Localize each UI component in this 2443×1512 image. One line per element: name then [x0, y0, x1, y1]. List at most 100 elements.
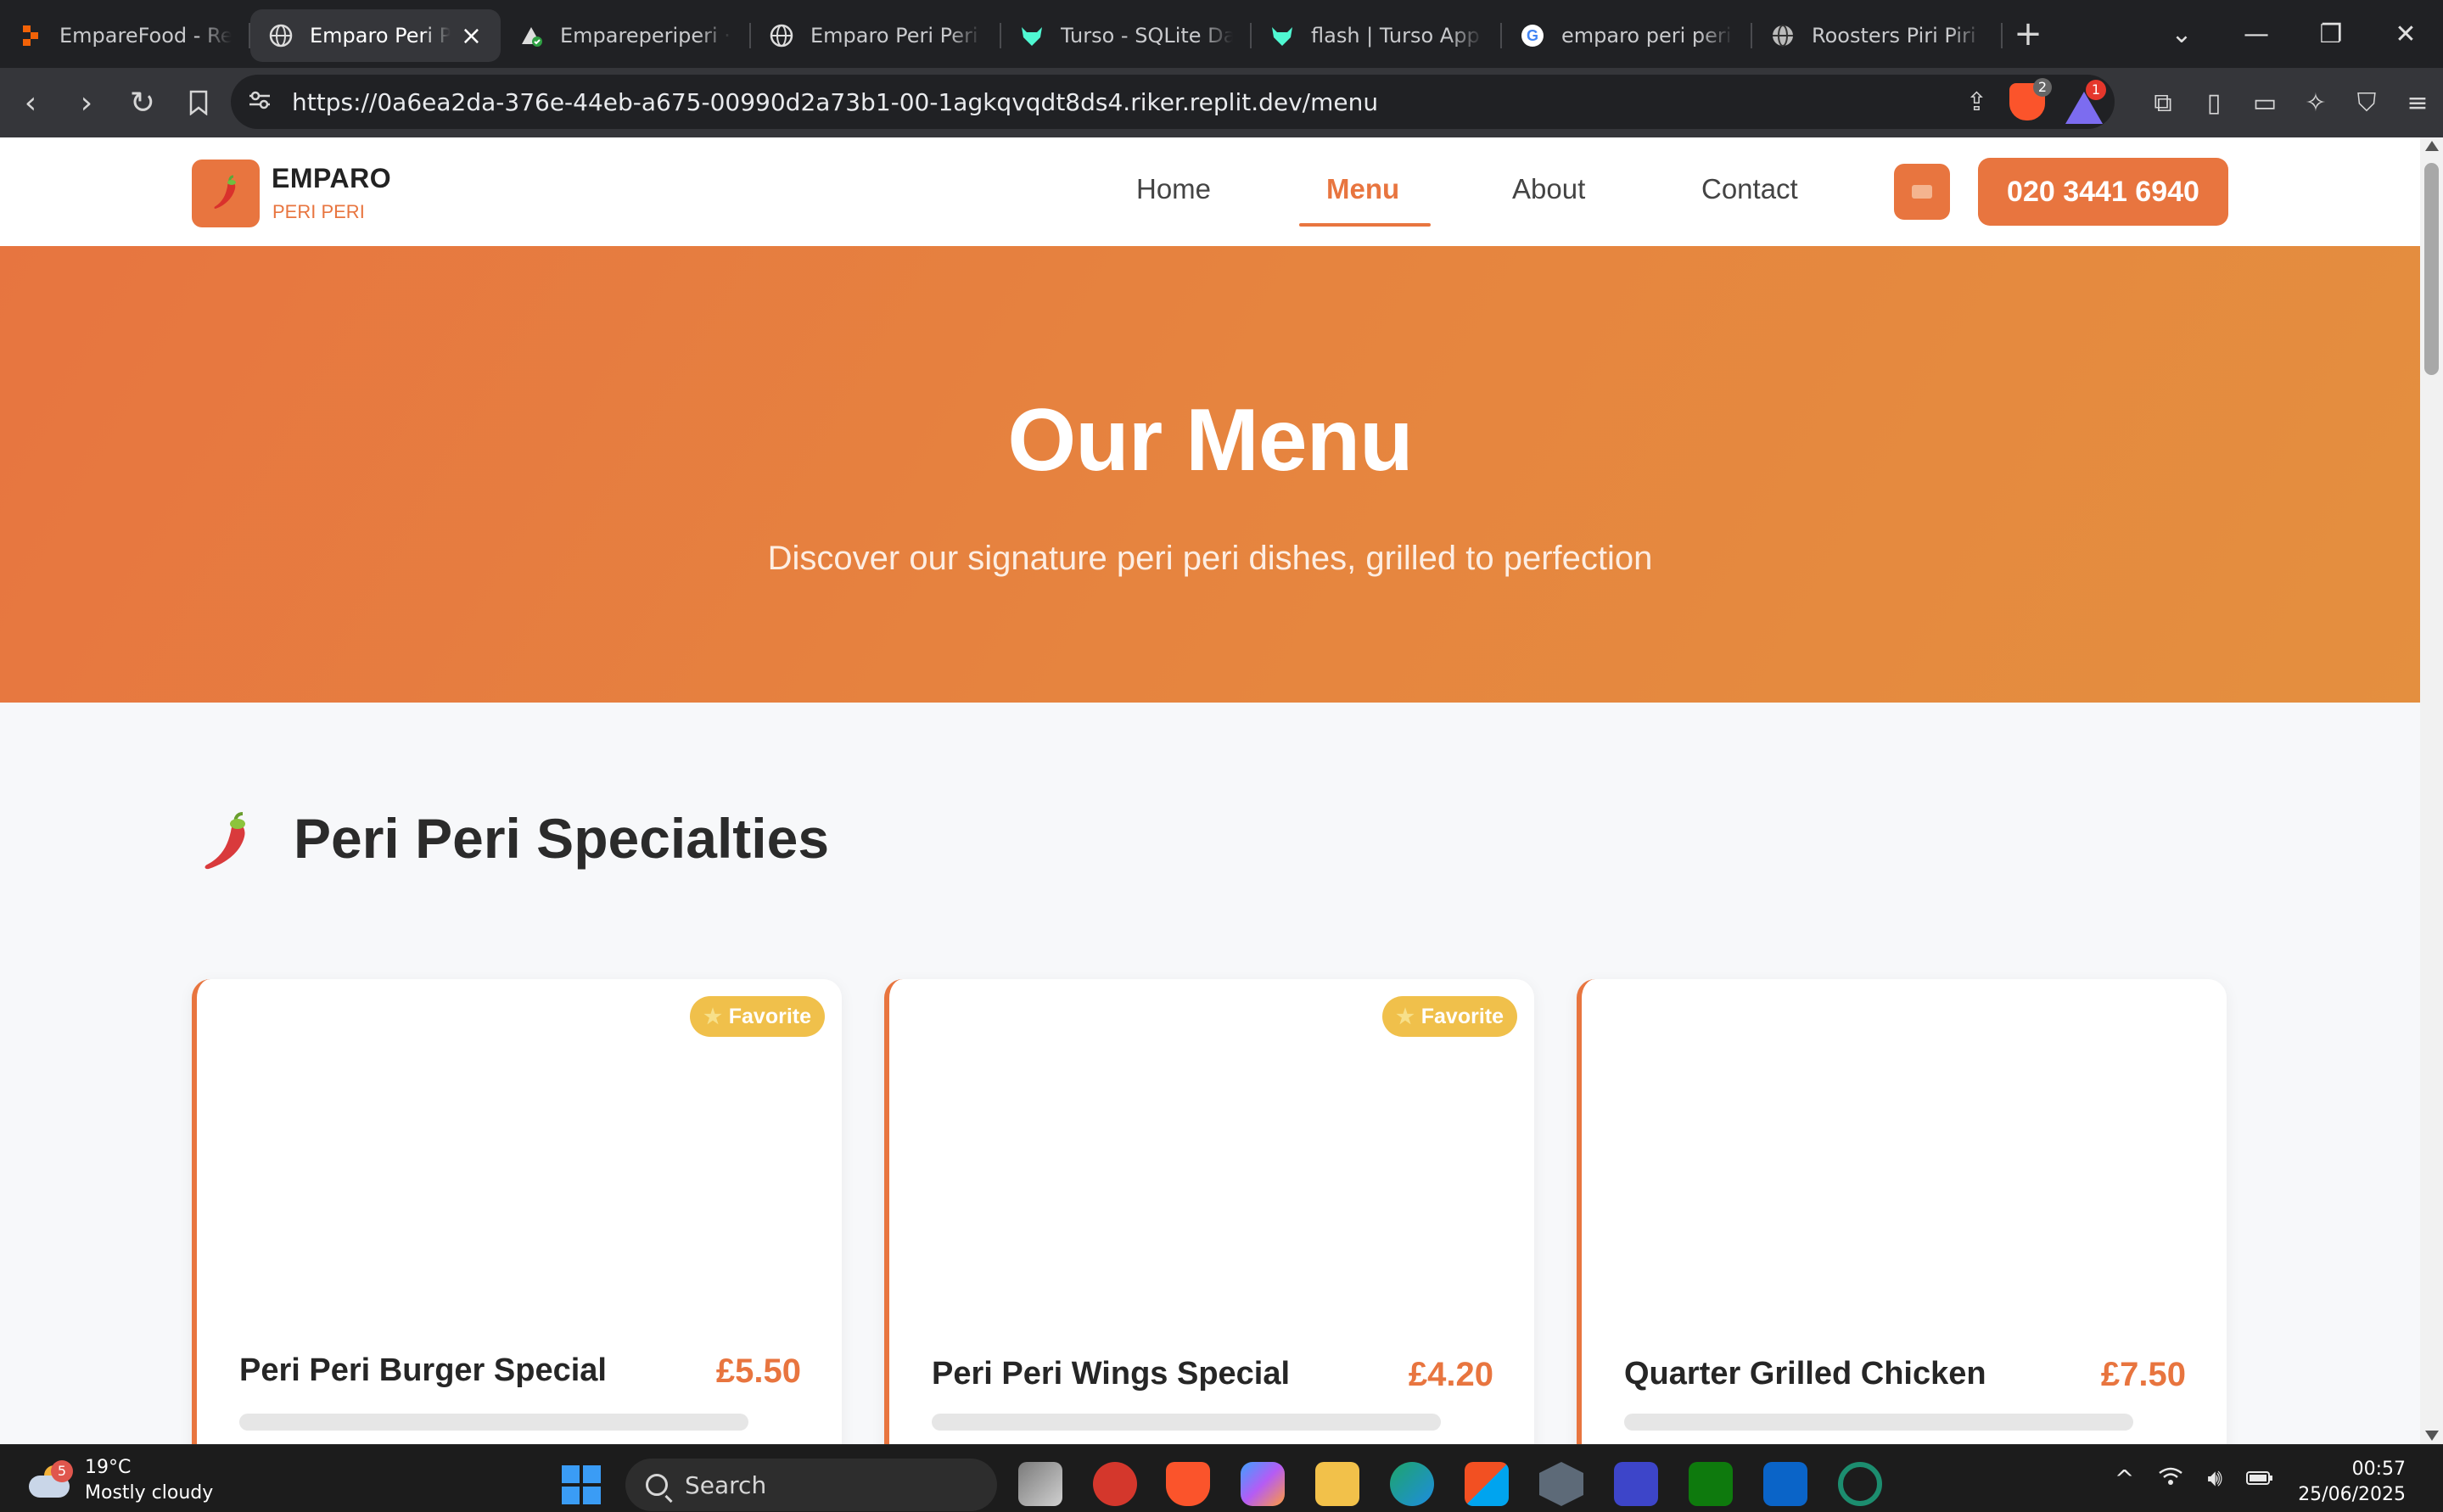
menu-item-card[interactable]: Quarter Grilled Chicken £7.50 [1577, 979, 2227, 1444]
windows-taskbar: 5 19°C Mostly cloudy Search ^ 🔊︎ 00:57 2… [0, 1444, 2443, 1512]
system-tray: ^ 🔊︎ [2091, 1464, 2273, 1492]
address-bar[interactable]: https://0a6ea2da-376e-44eb-a675-00990d2a… [231, 75, 2115, 129]
tab-title: EmpareFood - Replit [59, 24, 232, 48]
tab-title: emparo peri peri - Google [1561, 24, 1734, 48]
scroll-down-icon[interactable] [2425, 1431, 2439, 1441]
menu-item-price: £5.50 [715, 1352, 801, 1390]
tab-title: Roosters Piri Piri - London [1812, 24, 1984, 48]
favorite-label: Favorite [728, 1004, 811, 1028]
menu-item-name: Peri Peri Burger Special [239, 1352, 607, 1388]
turso-icon [1020, 24, 1044, 48]
menu-icon[interactable]: ≡ [2392, 88, 2443, 118]
new-tab-button[interactable]: + [2003, 14, 2054, 53]
sidebar-icon[interactable]: ▯ [2188, 88, 2239, 118]
bookmark-icon[interactable] [173, 77, 224, 128]
wallet-icon[interactable]: ▭ [2239, 88, 2290, 118]
back-arrow-icon[interactable]: ‹ [5, 77, 56, 128]
outlook-icon[interactable] [1763, 1462, 1807, 1506]
tab-turso-sqlite[interactable]: Turso - SQLite Database [1001, 9, 1252, 62]
cart-icon [1912, 185, 1932, 199]
weather-widget[interactable]: 5 19°C Mostly cloudy [25, 1455, 213, 1506]
nav-active-indicator [1299, 223, 1431, 227]
close-icon[interactable]: × [461, 21, 482, 51]
site-settings-icon[interactable] [248, 90, 272, 114]
phone-call-button[interactable]: 020 3441 6940 [1978, 158, 2228, 226]
menu-item-card[interactable]: ★ Favorite Peri Peri Wings Special £4.20 [884, 979, 1534, 1444]
brand-name[interactable]: EMPARO [272, 163, 391, 194]
share-icon[interactable]: ⇪ [1966, 87, 1987, 117]
tab-roosters-piri-piri[interactable]: Roosters Piri Piri - London [1752, 9, 2003, 62]
brave-rewards-button[interactable]: 1 [2060, 80, 2111, 126]
globe-icon [269, 24, 293, 48]
volume-icon[interactable]: 🔊︎ [2207, 1464, 2222, 1492]
favorite-badge: ★ Favorite [690, 996, 825, 1037]
tab-separator [2001, 23, 2003, 48]
file-explorer-icon[interactable] [1315, 1462, 1359, 1506]
page-title: Our Menu [1007, 391, 1413, 490]
page-scrollbar[interactable] [2420, 137, 2443, 1444]
browser-toolbar: ‹ › ↻ https://0a6ea2da-376e-44eb-a675-00… [0, 68, 2443, 137]
menu-item-name: Peri Peri Wings Special [932, 1356, 1291, 1392]
minimize-icon[interactable]: — [2219, 20, 2294, 49]
rewards-badge: 1 [2086, 80, 2106, 100]
vpn-shield-icon[interactable]: ⛉ [2341, 88, 2392, 118]
replit-icon [19, 24, 42, 48]
partly-cloudy-icon: 5 [25, 1460, 73, 1498]
tab-flash-turso-app[interactable]: flash | Turso App [1252, 9, 1502, 62]
tab-emparo-peri-peri[interactable]: Emparo Peri Peri × [250, 9, 501, 62]
windows-start-icon[interactable] [562, 1465, 601, 1504]
favorite-badge: ★ Favorite [1382, 996, 1517, 1037]
scrollbar-thumb[interactable] [2424, 163, 2439, 375]
weather-temperature: 19°C [85, 1457, 132, 1478]
clock-date: 25/06/2025 [2298, 1484, 2406, 1505]
scroll-up-icon[interactable] [2425, 141, 2439, 151]
tab-emparefood-replit[interactable]: EmpareFood - Replit [0, 9, 250, 62]
nav-contact[interactable]: Contact [1701, 173, 1798, 205]
hero-banner: Our Menu Discover our signature peri per… [0, 246, 2420, 703]
brave-browser-icon[interactable] [1166, 1462, 1210, 1506]
tab-empareperiperi-vercel[interactable]: Empareperiperi · Vercel [501, 9, 751, 62]
reload-icon[interactable]: ↻ [117, 77, 168, 128]
unity-hub-icon[interactable] [1539, 1462, 1583, 1506]
extensions-icon[interactable]: ⧉ [2138, 88, 2188, 118]
tab-title: Empareperiperi · Vercel [560, 24, 732, 48]
site-header: EMPARO PERI PERI Home Menu About Contact… [0, 137, 2420, 246]
tab-google-search[interactable]: G emparo peri peri - Google [1502, 9, 1752, 62]
weather-condition: Mostly cloudy [85, 1482, 214, 1504]
nav-home[interactable]: Home [1136, 173, 1211, 205]
brave-shield-icon[interactable]: 2 [2009, 78, 2052, 120]
chili-pepper-icon [214, 175, 236, 209]
menu-item-price: £4.20 [1408, 1356, 1493, 1393]
copilot-icon[interactable] [1241, 1462, 1285, 1506]
battery-icon[interactable] [2246, 1464, 2273, 1492]
google-icon: G [1521, 24, 1544, 48]
star-icon: ★ [703, 1005, 722, 1028]
task-view-icon[interactable] [1018, 1462, 1062, 1506]
url-text[interactable]: https://0a6ea2da-376e-44eb-a675-00990d2a… [292, 88, 1378, 116]
leo-ai-icon[interactable]: ✧ [2290, 88, 2341, 118]
menu-item-price: £7.50 [2100, 1356, 2186, 1393]
nav-about[interactable]: About [1512, 173, 1585, 205]
window-controls: ⌄ — ❐ ✕ [2144, 0, 2443, 68]
tab-emparo-peri-peri-menu[interactable]: Emparo Peri Peri - Menu [751, 9, 1001, 62]
logo[interactable] [192, 160, 260, 227]
globe-icon [1771, 24, 1795, 48]
forward-arrow-icon[interactable]: › [61, 77, 112, 128]
shield-count-badge: 2 [2033, 78, 2052, 97]
taskbar-search[interactable]: Search [625, 1459, 997, 1511]
edge-browser-icon[interactable] [1390, 1462, 1434, 1506]
wifi-icon[interactable] [2158, 1464, 2183, 1492]
tray-overflow-chevron-icon[interactable]: ^ [2115, 1464, 2134, 1492]
microsoft-store-icon[interactable] [1465, 1462, 1509, 1506]
system-clock[interactable]: 00:57 25/06/2025 [2298, 1457, 2406, 1508]
tab-search-chevron-icon[interactable]: ⌄ [2144, 20, 2219, 49]
mailbird-icon[interactable] [1614, 1462, 1658, 1506]
restore-icon[interactable]: ❐ [2294, 20, 2368, 49]
anydesk-icon[interactable] [1093, 1462, 1137, 1506]
window-close-icon[interactable]: ✕ [2368, 20, 2443, 49]
xbox-icon[interactable] [1689, 1462, 1733, 1506]
opera-gx-icon[interactable] [1838, 1462, 1882, 1506]
nav-menu[interactable]: Menu [1326, 173, 1399, 205]
cart-button[interactable] [1894, 164, 1950, 220]
menu-item-card[interactable]: ★ Favorite Peri Peri Burger Special £5.50 [192, 979, 842, 1444]
